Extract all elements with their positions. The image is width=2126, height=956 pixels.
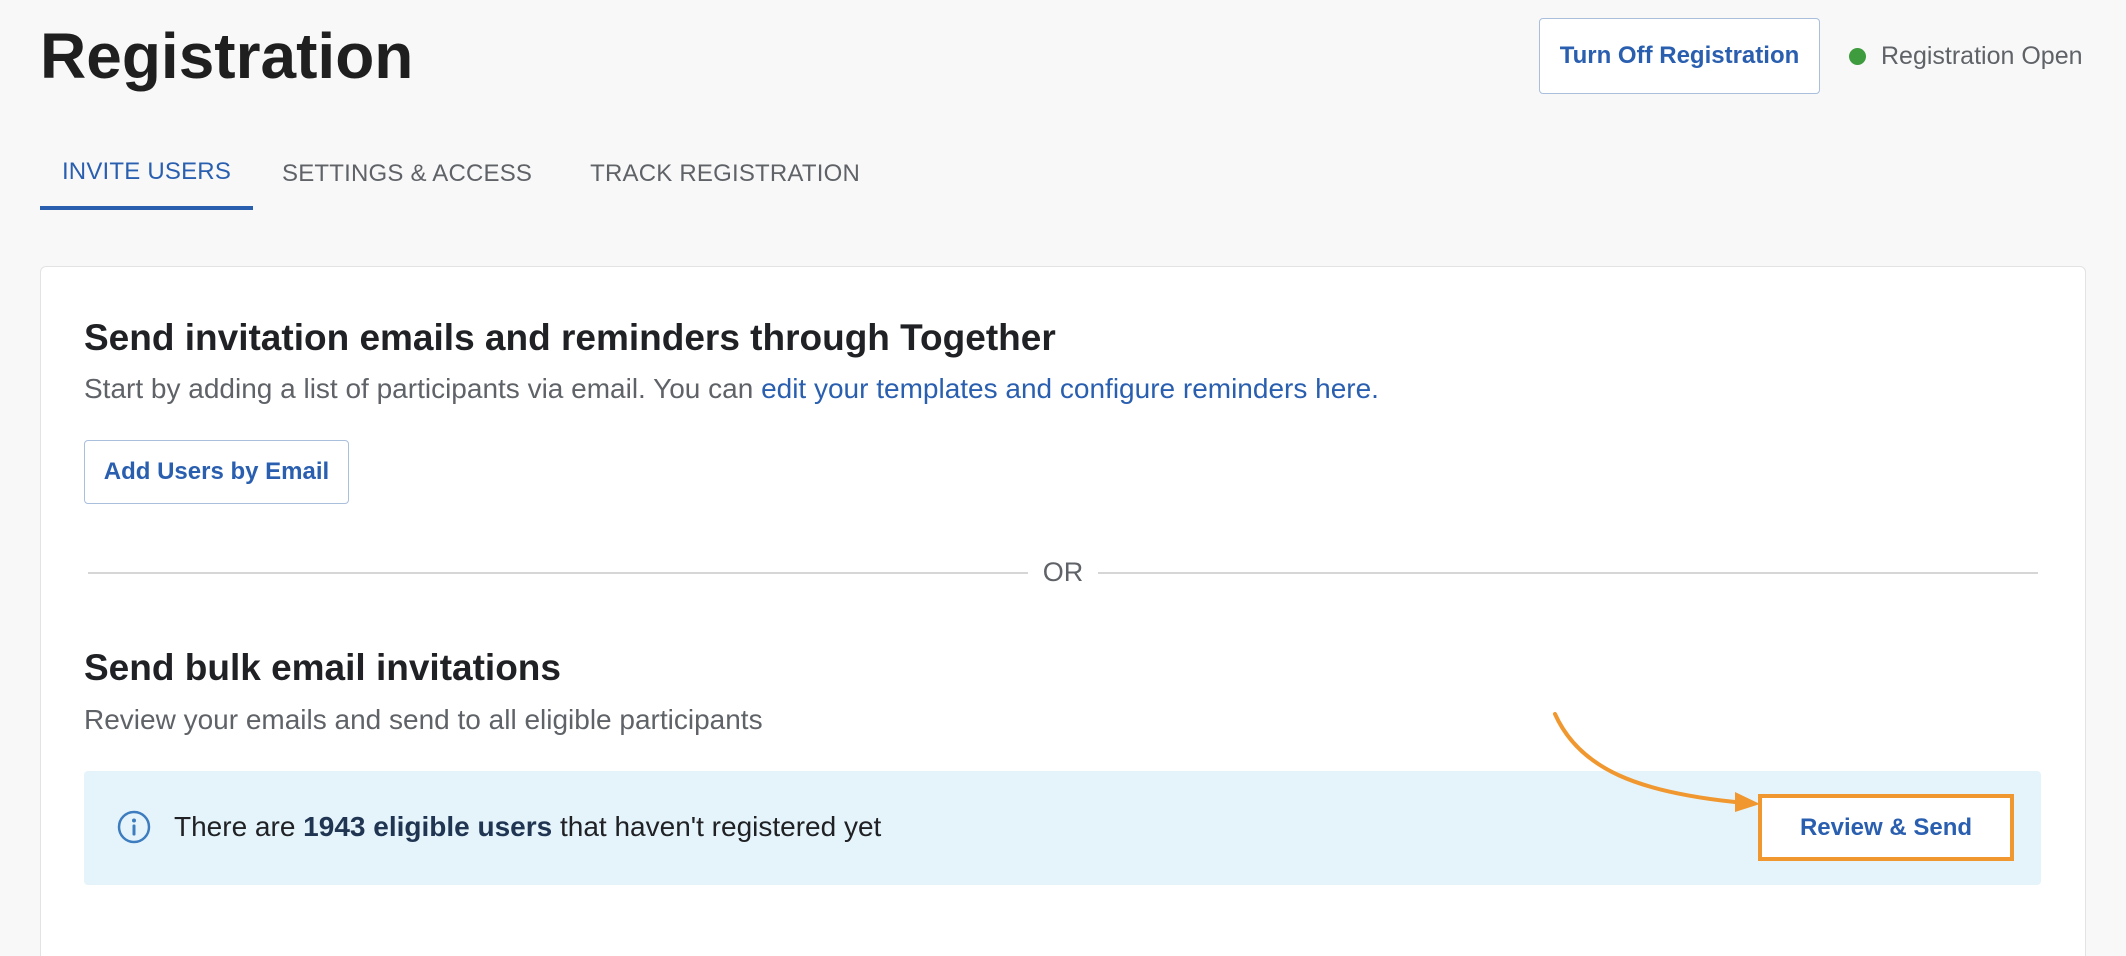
- divider-line-left: [88, 572, 1028, 574]
- turn-off-registration-button[interactable]: Turn Off Registration: [1539, 18, 1820, 94]
- invite-section-description: Start by adding a list of participants v…: [84, 370, 1379, 408]
- info-prefix: There are: [174, 811, 304, 842]
- status-text: Registration Open: [1881, 41, 2083, 70]
- page-title: Registration: [40, 20, 414, 92]
- eligible-users-text: There are 1943 eligible users that haven…: [174, 808, 881, 846]
- tab-settings-access[interactable]: SETTINGS & ACCESS: [282, 138, 532, 210]
- divider-line-right: [1098, 572, 2038, 574]
- bulk-section-description: Review your emails and send to all eligi…: [84, 704, 763, 735]
- review-and-send-button[interactable]: Review & Send: [1758, 794, 2014, 861]
- add-users-by-email-button[interactable]: Add Users by Email: [84, 440, 349, 504]
- eligible-users-count: 1943 eligible users: [303, 811, 553, 842]
- invite-description-text: Start by adding a list of participants v…: [84, 373, 762, 404]
- edit-templates-link[interactable]: edit your templates and configure remind…: [761, 373, 1379, 404]
- status-dot-icon: [1849, 47, 1866, 65]
- registration-page: Registration Turn Off Registration Regis…: [0, 0, 2126, 956]
- or-divider-label: OR: [1042, 557, 1084, 587]
- annotation-arrow-icon: [1553, 712, 1760, 812]
- tab-track-registration[interactable]: TRACK REGISTRATION: [590, 138, 860, 210]
- tab-bar: INVITE USERS SETTINGS & ACCESS TRACK REG…: [40, 138, 860, 210]
- invite-section-heading: Send invitation emails and reminders thr…: [84, 317, 1056, 358]
- bulk-section-heading: Send bulk email invitations: [84, 647, 561, 688]
- registration-status: Registration Open: [1849, 36, 2083, 76]
- info-suffix: that haven't registered yet: [552, 811, 882, 842]
- info-icon: [117, 810, 151, 844]
- tab-invite-users[interactable]: INVITE USERS: [40, 138, 253, 210]
